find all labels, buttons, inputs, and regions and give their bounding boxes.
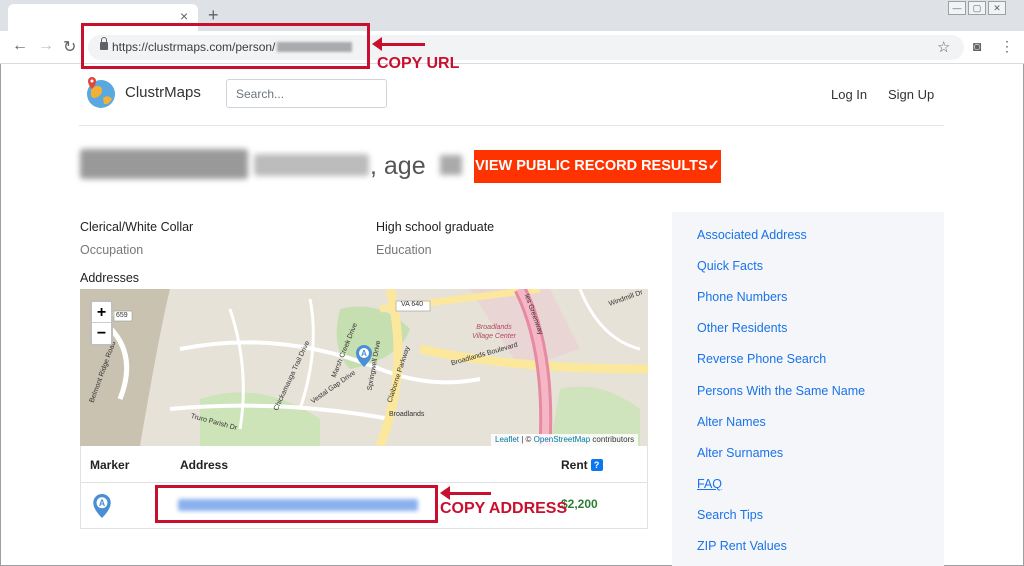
close-window-icon[interactable]: ✕ <box>988 1 1006 15</box>
signup-link[interactable]: Sign Up <box>888 87 934 102</box>
sidebar-item-other-residents[interactable]: Other Residents <box>697 321 787 335</box>
occupation-value: Clerical/White Collar <box>80 220 194 234</box>
help-icon[interactable]: ? <box>590 459 603 471</box>
map-zoom-control: + − <box>90 300 113 346</box>
url-highlight-box <box>81 23 370 69</box>
addresses-heading: Addresses <box>80 271 140 285</box>
tab-close-icon[interactable]: × <box>180 8 188 24</box>
map-label-va640: VA 640 <box>401 301 424 308</box>
map-label-659: 659 <box>116 312 128 319</box>
forward-icon[interactable]: → <box>38 37 54 55</box>
education-value: High school graduate <box>376 220 495 234</box>
copy-url-label: COPY URL <box>377 55 460 72</box>
col-marker: Marker <box>90 458 130 472</box>
person-name-redacted <box>80 149 248 179</box>
sidebar-item-alter-names[interactable]: Alter Names <box>697 415 766 429</box>
login-link[interactable]: Log In <box>831 87 867 102</box>
table-row-divider <box>80 482 648 483</box>
zoom-in-button[interactable]: + <box>92 302 111 323</box>
osm-link[interactable]: OpenStreetMap <box>534 435 590 444</box>
education-label: Education <box>376 243 432 257</box>
sidebar-item-quick-facts[interactable]: Quick Facts <box>697 259 763 273</box>
attribution-tail: contributors <box>590 435 635 444</box>
sidebar-item-associated-address[interactable]: Associated Address <box>697 228 807 242</box>
map-label-village: Broadlands Village Center <box>472 324 516 340</box>
sidebar-item-zip-rent[interactable]: ZIP Rent Values <box>697 539 787 553</box>
camera-icon[interactable]: ◙ <box>973 38 981 54</box>
row-marker-icon: A <box>93 494 111 518</box>
bookmark-star-icon[interactable]: ☆ <box>937 38 950 56</box>
maximize-icon[interactable]: ▢ <box>968 1 986 15</box>
sidebar-item-phone-numbers[interactable]: Phone Numbers <box>697 290 787 304</box>
svg-text:A: A <box>361 349 367 358</box>
zoom-out-button[interactable]: − <box>92 323 111 344</box>
age-label: , age <box>370 152 426 180</box>
url-arrow <box>372 37 425 51</box>
header-divider <box>79 125 944 126</box>
search-input[interactable] <box>226 79 387 108</box>
map-tiles <box>80 289 648 446</box>
city-redacted <box>254 154 369 176</box>
sidebar-item-faq[interactable]: FAQ <box>697 477 722 491</box>
address-highlight-box <box>155 485 438 523</box>
clustrmaps-logo-icon <box>87 77 115 108</box>
sidebar-item-reverse-phone[interactable]: Reverse Phone Search <box>697 352 826 366</box>
map-attribution: Leaflet | © OpenStreetMap contributors <box>491 434 639 446</box>
reload-icon[interactable]: ↻ <box>63 37 76 57</box>
col-rent-label: Rent <box>561 458 588 472</box>
view-public-record-button[interactable]: VIEW PUBLIC RECORD RESULTS✓ <box>474 150 721 183</box>
menu-dots-icon[interactable]: ⋮ <box>1000 38 1014 55</box>
col-rent: Rent? <box>561 458 603 472</box>
address-map[interactable]: VA 640 659 Broadlands Village Center Bro… <box>80 289 648 446</box>
age-redacted <box>440 155 462 175</box>
sidebar-item-search-tips[interactable]: Search Tips <box>697 508 763 522</box>
sidebar-item-same-name[interactable]: Persons With the Same Name <box>697 384 865 398</box>
sidebar-item-alter-surnames[interactable]: Alter Surnames <box>697 446 783 460</box>
map-marker-icon[interactable]: A <box>356 345 372 367</box>
attribution-separator: | © <box>519 435 534 444</box>
col-address: Address <box>180 458 229 472</box>
copy-address-label: COPY ADDRESS <box>440 500 568 517</box>
map-label-broadlands: Broadlands <box>389 411 425 418</box>
svg-text:A: A <box>99 498 106 508</box>
leaflet-link[interactable]: Leaflet <box>495 435 519 444</box>
back-icon[interactable]: ← <box>12 37 28 55</box>
minimize-icon[interactable]: — <box>948 1 966 15</box>
address-arrow <box>440 486 491 500</box>
brand-name[interactable]: ClustrMaps <box>125 84 201 101</box>
occupation-label: Occupation <box>80 243 144 257</box>
